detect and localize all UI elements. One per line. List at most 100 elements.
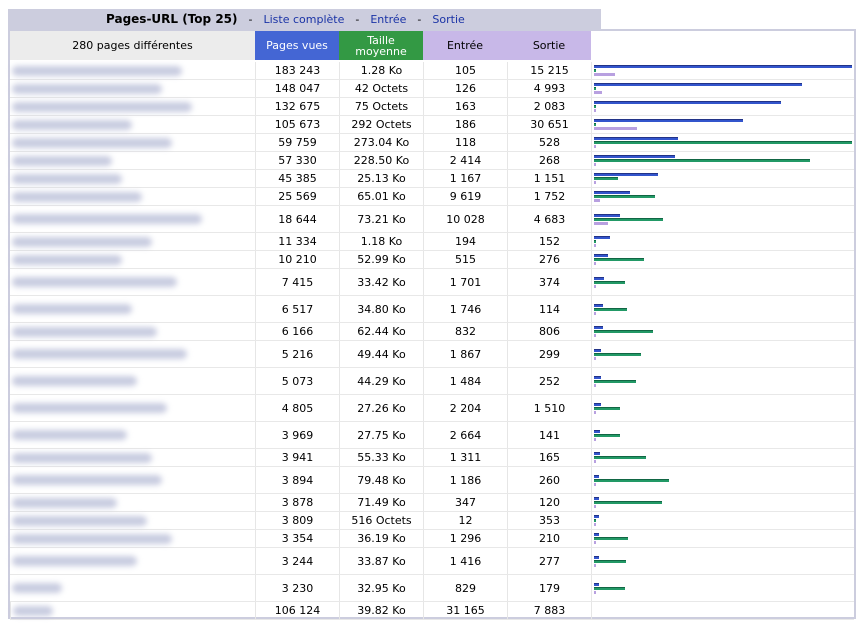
redacted-url-blur [12,430,127,440]
page-url-redacted[interactable] [10,80,255,97]
page-url-redacted[interactable] [10,170,255,187]
cell-entry: 163 [423,98,507,115]
cell-exit: 276 [507,251,591,268]
cell-entry: 126 [423,80,507,97]
row-bar-graph [591,251,854,268]
table-row: 5 073 44.29 Ko 1 484 252 [10,368,854,395]
page-url-redacted[interactable] [10,251,255,268]
page-url-redacted[interactable] [10,296,255,322]
cell-exit: 4 683 [507,206,591,232]
bar-average-size [594,519,596,522]
bar-average-size [594,308,627,311]
cell-entry: 118 [423,134,507,151]
page-url-redacted[interactable] [10,341,255,367]
pages-url-table: 280 pages différentes Pages vues Taille … [8,29,856,620]
redacted-url-blur [12,497,117,508]
bar-entry [594,163,596,166]
redacted-url-blur [12,236,152,247]
cell-pages-viewed: 148 047 [255,80,339,97]
bar-average-size [594,537,628,540]
redacted-url-blur [12,376,137,386]
report-title: Pages-URL (Top 25) [106,12,238,26]
cell-pages-viewed: 3 878 [255,494,339,511]
bar-pages-viewed [594,277,604,280]
table-row: 10 210 52.99 Ko 515 276 [10,251,854,269]
row-bar-graph [591,98,854,115]
row-bar-graph [591,116,854,133]
bar-entry [594,411,596,414]
bar-average-size [594,240,596,243]
bar-average-size [594,105,596,108]
cell-average-size: 65.01 Ko [339,188,423,205]
page-url-redacted[interactable] [10,152,255,169]
cell-average-size: 1.28 Ko [339,62,423,79]
page-url-redacted[interactable] [10,98,255,115]
page-url-redacted[interactable] [10,512,255,529]
cell-entry: 347 [423,494,507,511]
bar-pages-viewed [594,403,601,406]
bar-pages-viewed [594,119,743,122]
page-url-redacted[interactable] [10,134,255,151]
page-url-redacted[interactable] [10,62,255,79]
page-url-redacted[interactable] [10,269,255,295]
page-url-redacted[interactable] [10,575,255,601]
row-bar-graph [591,341,854,367]
page-url-redacted[interactable] [10,206,255,232]
page-url-redacted[interactable] [10,494,255,511]
bar-pages-viewed [594,533,599,536]
redacted-url-blur [12,452,152,463]
cell-exit: 353 [507,512,591,529]
page-url-redacted[interactable] [10,368,255,394]
page-url-redacted[interactable] [10,395,255,421]
cell-entry: 515 [423,251,507,268]
cell-average-size: 36.19 Ko [339,530,423,547]
page-url-redacted[interactable] [10,548,255,574]
row-bar-graph [591,188,854,205]
page-url-redacted[interactable] [10,422,255,448]
bar-average-size [594,195,655,198]
table-row: 59 759 273.04 Ko 118 528 [10,134,854,152]
bar-entry [594,523,596,526]
table-row: 3 878 71.49 Ko 347 120 [10,494,854,512]
table-row: 183 243 1.28 Ko 105 15 215 [10,62,854,80]
cell-pages-viewed: 132 675 [255,98,339,115]
link-entry[interactable]: Entrée [370,13,406,26]
cell-exit: 165 [507,449,591,466]
bar-entry [594,591,596,594]
cell-exit: 210 [507,530,591,547]
row-bar-graph [591,449,854,466]
cell-pages-viewed: 183 243 [255,62,339,79]
link-full-list[interactable]: Liste complète [264,13,345,26]
row-bar-graph [591,80,854,97]
row-bar-graph [591,323,854,340]
link-exit[interactable]: Sortie [432,13,464,26]
cell-entry: 1 867 [423,341,507,367]
total-label-redacted [10,602,255,619]
page-url-redacted[interactable] [10,449,255,466]
total-graph-empty [591,602,854,619]
header-graph [591,31,854,60]
cell-entry: 829 [423,575,507,601]
bar-entry [594,199,600,202]
title-separator: - [355,12,360,26]
page-url-redacted[interactable] [10,467,255,493]
page-url-redacted[interactable] [10,188,255,205]
cell-entry: 1 186 [423,467,507,493]
bar-average-size [594,560,626,563]
bar-average-size [594,218,663,221]
cell-pages-viewed: 105 673 [255,116,339,133]
bar-average-size [594,258,644,261]
bar-pages-viewed [594,191,630,194]
cell-exit: 1 151 [507,170,591,187]
cell-entry: 1 484 [423,368,507,394]
bar-average-size [594,407,620,410]
page-url-redacted[interactable] [10,323,255,340]
table-row: 3 894 79.48 Ko 1 186 260 [10,467,854,494]
page-url-redacted[interactable] [10,530,255,547]
page-url-redacted[interactable] [10,233,255,250]
bar-average-size [594,456,646,459]
bar-pages-viewed [594,101,781,104]
redacted-url-blur [12,214,202,224]
bar-pages-viewed [594,254,608,257]
page-url-redacted[interactable] [10,116,255,133]
